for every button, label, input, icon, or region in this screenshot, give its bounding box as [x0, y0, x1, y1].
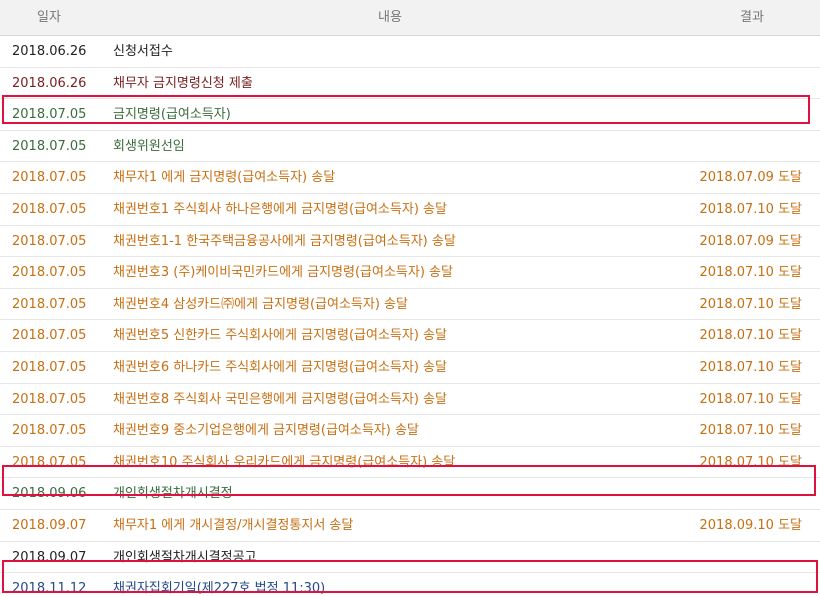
row-date: 2018.11.12 [12, 581, 87, 596]
row-result [662, 68, 802, 99]
row-date: 2018.07.05 [12, 359, 87, 375]
row-date: 2018.07.05 [12, 170, 87, 186]
row-date: 2018.07.05 [12, 423, 87, 439]
table-row: 2018.07.05 회생위원선임 [0, 131, 820, 163]
row-result [662, 542, 802, 573]
row-result: 2018.07.10 도달 [699, 391, 803, 407]
row-content: 채권번호1 주식회사 하나은행에게 금지명령(급여소득자) 송달 [113, 201, 447, 217]
table-row: 2018.09.06 개인회생절차개시결정 [0, 478, 820, 510]
row-result [662, 478, 802, 509]
row-date: 2018.09.06 [12, 486, 87, 502]
row-date: 2018.09.07 [12, 517, 87, 533]
row-content: 신청서접수 [113, 44, 173, 59]
row-content: 회생위원선임 [113, 138, 185, 154]
table-row: 2018.06.26 신청서접수 [0, 36, 820, 68]
table-body: 2018.06.26 신청서접수 2018.06.26 채무자 금지명령신청 제출 20… [0, 36, 820, 596]
row-date: 2018.07.05 [12, 296, 87, 312]
row-result: 2018.07.10 도달 [699, 328, 803, 344]
row-date: 2018.07.05 [12, 454, 87, 470]
table-row: 2018.07.05 금지명령(급여소득자) [0, 99, 820, 131]
table-row: 2018.07.05 채권번호3 (주)케이비국민카드에게 금지명령(급여소득자)… [0, 257, 820, 289]
table-row: 2018.07.05 채권번호1 주식회사 하나은행에게 금지명령(급여소득자) … [0, 194, 820, 226]
row-result [662, 36, 802, 67]
row-content: 개인회생절차개시결정 [113, 486, 233, 502]
table-header: 일자 내용 결과 [0, 0, 820, 36]
table-row: 2018.11.12 채권자집회기일(제227호 법정 11:30) [0, 573, 820, 596]
row-content: 채권번호5 신한카드 주식회사에게 금지명령(급여소득자) 송달 [113, 328, 447, 344]
row-result: 2018.07.10 도달 [699, 359, 803, 375]
table-row: 2018.07.05 채권번호4 삼성카드㈜에게 금지명령(급여소득자) 송달 20… [0, 289, 820, 321]
row-content: 채권번호9 중소기업은행에게 금지명령(급여소득자) 송달 [113, 423, 419, 439]
row-result: 2018.09.10 도달 [699, 517, 803, 533]
table-row: 2018.06.26 채무자 금지명령신청 제출 [0, 68, 820, 100]
row-content: 채권자집회기일(제227호 법정 11:30) [113, 581, 326, 596]
header-result: 결과 [740, 10, 764, 25]
table-row: 2018.07.05 채무자1 에게 금지명령(급여소득자) 송달 2018.07.… [0, 162, 820, 194]
row-result [662, 573, 802, 596]
row-content: 채무자1 에게 금지명령(급여소득자) 송달 [113, 170, 336, 186]
header-content: 내용 [378, 10, 402, 25]
table-row: 2018.07.05 채권번호10 주식회사 우리카드에게 금지명령(급여소득자)… [0, 447, 820, 479]
row-date: 2018.07.05 [12, 138, 87, 154]
table-row: 2018.07.05 채권번호1-1 한국주택금융공사에게 금지명령(급여소득자)… [0, 226, 820, 258]
row-date: 2018.07.05 [12, 265, 87, 281]
row-date: 2018.06.26 [12, 75, 87, 91]
row-date: 2018.09.07 [12, 549, 87, 565]
row-date: 2018.07.05 [12, 201, 87, 217]
row-date: 2018.07.05 [12, 328, 87, 344]
table-row: 2018.07.05 채권번호9 중소기업은행에게 금지명령(급여소득자) 송달 2… [0, 415, 820, 447]
row-result: 2018.07.10 도달 [699, 454, 803, 470]
row-result: 2018.07.10 도달 [699, 423, 803, 439]
case-history-table: 일자 내용 결과 2018.06.26 신청서접수 2018.06.26 채무자 금지… [0, 0, 820, 596]
row-content: 채권번호3 (주)케이비국민카드에게 금지명령(급여소득자) 송달 [113, 265, 453, 281]
row-result: 2018.07.09 도달 [699, 233, 803, 249]
row-date: 2018.06.26 [12, 44, 87, 59]
table-row: 2018.07.05 채권번호6 하나카드 주식회사에게 금지명령(급여소득자) … [0, 352, 820, 384]
row-content: 채권번호8 주식회사 국민은행에게 금지명령(급여소득자) 송달 [113, 391, 447, 407]
row-result: 2018.07.09 도달 [699, 170, 803, 186]
row-content: 채권번호1-1 한국주택금융공사에게 금지명령(급여소득자) 송달 [113, 233, 456, 249]
table-row: 2018.07.05 채권번호5 신한카드 주식회사에게 금지명령(급여소득자) … [0, 320, 820, 352]
row-result [662, 131, 802, 162]
row-content: 채무자 금지명령신청 제출 [113, 75, 253, 91]
row-result: 2018.07.10 도달 [699, 201, 803, 217]
header-date: 일자 [37, 10, 61, 25]
row-date: 2018.07.05 [12, 391, 87, 407]
row-content: 채권번호6 하나카드 주식회사에게 금지명령(급여소득자) 송달 [113, 359, 447, 375]
row-content: 금지명령(급여소득자) [113, 107, 231, 123]
table-row: 2018.09.07 채무자1 에게 개시결정/개시결정통지서 송달 2018.09… [0, 510, 820, 542]
row-result: 2018.07.10 도달 [699, 296, 803, 312]
table-row: 2018.07.05 채권번호8 주식회사 국민은행에게 금지명령(급여소득자) … [0, 384, 820, 416]
row-content: 채권번호4 삼성카드㈜에게 금지명령(급여소득자) 송달 [113, 296, 408, 312]
row-content: 채권번호10 주식회사 우리카드에게 금지명령(급여소득자) 송달 [113, 454, 456, 470]
row-content: 채무자1 에게 개시결정/개시결정통지서 송달 [113, 517, 354, 533]
row-date: 2018.07.05 [12, 233, 87, 249]
row-content: 개인회생절차개시결정공고 [113, 549, 257, 565]
table-row: 2018.09.07 개인회생절차개시결정공고 [0, 542, 820, 574]
row-result [662, 99, 802, 130]
row-date: 2018.07.05 [12, 107, 87, 123]
row-result: 2018.07.10 도달 [699, 265, 803, 281]
